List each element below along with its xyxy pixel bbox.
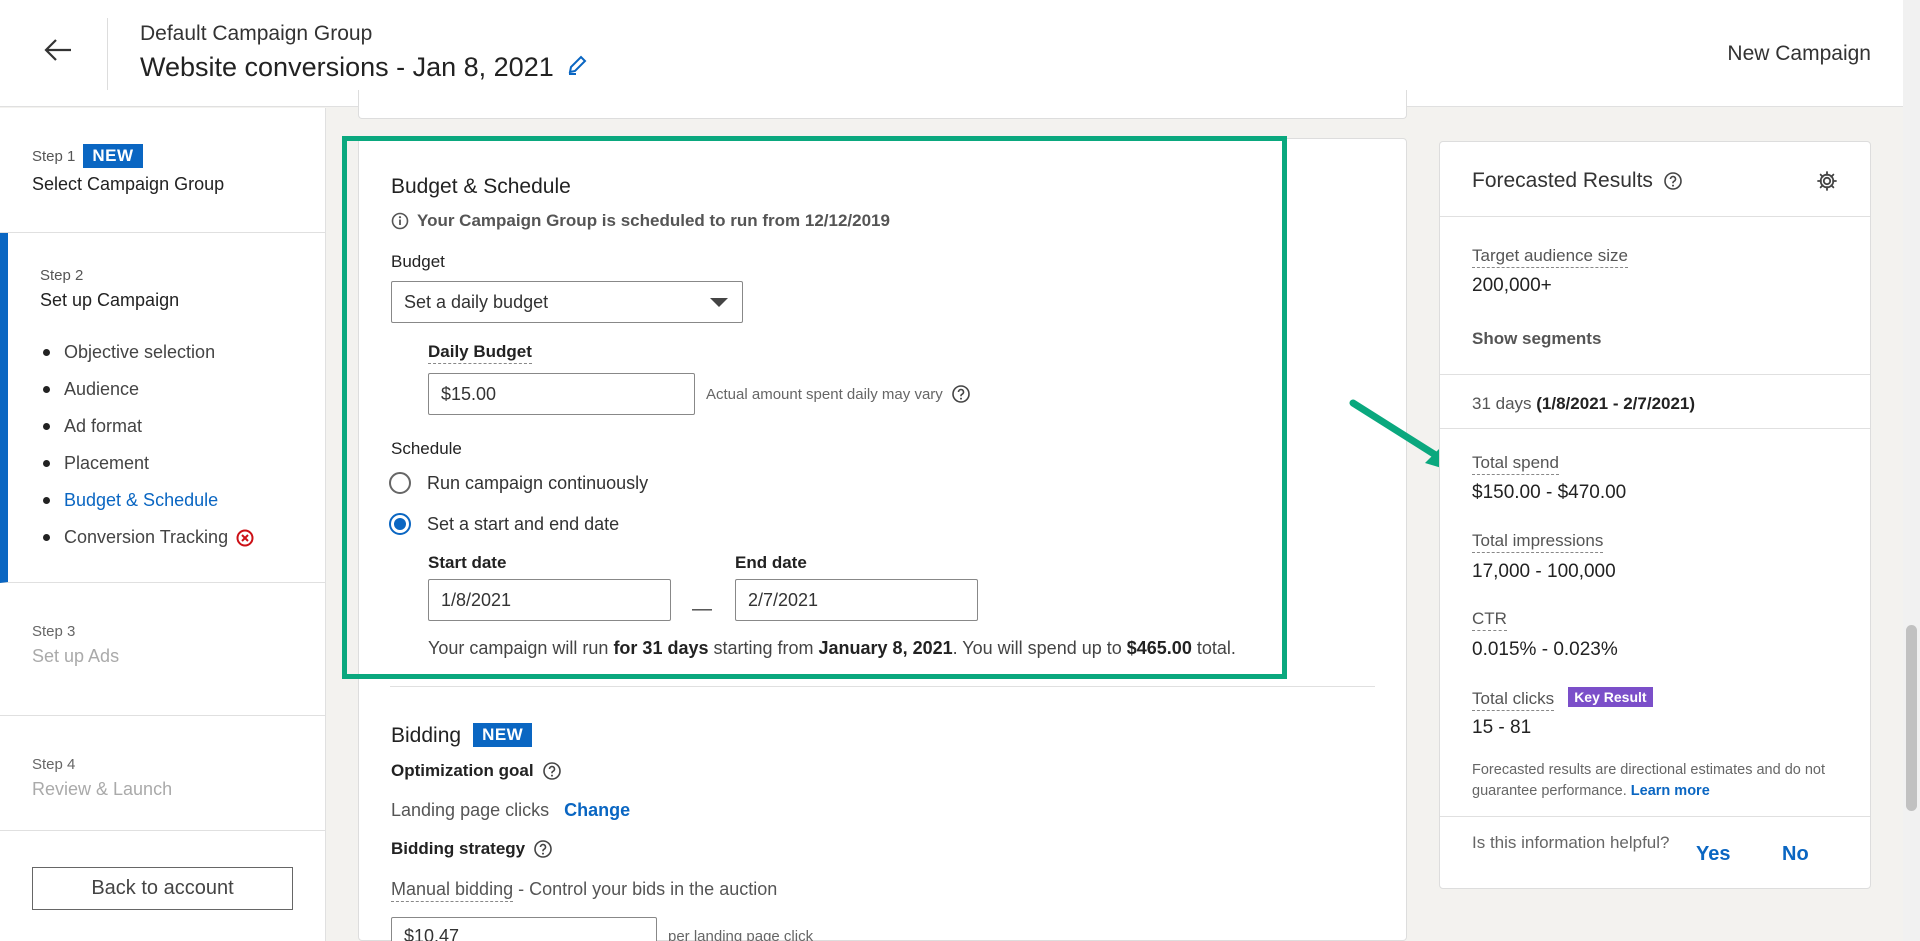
step-2-substeps: Objective selection Audience Ad format P… [43,334,254,556]
help-question-icon[interactable] [533,839,553,859]
total-clicks-value: 15 - 81 [1472,717,1532,738]
forecast-disclaimer: Forecasted results are directional estim… [1472,762,1826,799]
error-circle-icon [236,529,254,547]
step-3: Step 3 Set up Ads [0,583,326,716]
bidding-strategy-label: Bidding strategy [391,839,553,859]
new-badge: NEW [83,144,143,168]
forecast-divider [1440,428,1870,429]
step-4-number: Step 4 [32,756,76,773]
forecast-title: Forecasted Results [1472,169,1683,193]
change-goal-link[interactable]: Change [564,800,630,820]
optimization-goal-value: Landing page clicks Change [391,800,631,820]
forecasted-results-panel: Forecasted Results Target audience size … [1439,141,1871,889]
step-3-number: Step 3 [32,623,76,640]
campaign-group-name: Default Campaign Group [140,22,373,45]
step-1-title: Select Campaign Group [32,174,225,194]
step-4-title: Review & Launch [32,779,173,799]
new-badge: NEW [473,723,533,747]
total-clicks-label: Total clicks Key Result [1472,687,1653,711]
substep-objective[interactable]: Objective selection [43,334,254,371]
helpful-yes-button[interactable]: Yes [1696,843,1730,866]
step-4: Step 4 Review & Launch [0,716,326,831]
learn-more-link[interactable]: Learn more [1631,783,1710,799]
manual-bidding-link[interactable]: Manual bidding [391,879,514,902]
bullet-dot [43,349,50,356]
section-divider [390,686,1375,687]
back-to-account-button[interactable]: Back to account [32,867,293,910]
forecast-duration: 31 days (1/8/2021 - 2/7/2021) [1472,394,1696,413]
forecast-divider [1440,374,1870,375]
steps-sidebar: Step 1 NEW Select Campaign Group Step 2 S… [0,108,326,941]
total-impressions-value: 17,000 - 100,000 [1472,561,1616,582]
campaign-title-text: Website conversions - Jan 8, 2021 [140,52,554,82]
substep-budget-schedule[interactable]: Budget & Schedule [43,482,254,519]
substep-conversion-tracking[interactable]: Conversion Tracking [43,519,254,556]
bidding-title: Bidding NEW [391,723,533,748]
help-question-icon[interactable] [542,761,562,781]
total-spend-value: $150.00 - $470.00 [1472,482,1627,503]
substep-audience[interactable]: Audience [43,371,254,408]
bullet-dot [43,423,50,430]
arrow-left-icon [44,39,71,61]
gear-icon[interactable] [1816,170,1838,197]
step-3-title: Set up Ads [32,646,120,666]
scrollbar-thumb[interactable] [1906,625,1917,811]
bullet-dot [43,460,50,467]
previous-section-card [358,90,1407,119]
back-arrow-button[interactable] [40,32,76,68]
total-impressions-label: Total impressions [1472,531,1604,553]
bid-hint: per landing page click [668,928,814,941]
key-result-badge: Key Result [1568,687,1653,707]
step-2-number: Step 2 [40,267,84,284]
ctr-value: 0.015% - 0.023% [1472,639,1618,660]
help-question-icon[interactable] [1663,171,1683,191]
bullet-dot [43,386,50,393]
step-1-number: Step 1 NEW [32,144,224,168]
new-campaign-label: New Campaign [1727,42,1871,65]
edit-pencil-icon[interactable] [566,52,588,83]
bid-amount-input[interactable]: $10.47 [391,917,657,941]
forecast-divider [1440,816,1870,817]
substep-placement[interactable]: Placement [43,445,254,482]
substep-ad-format[interactable]: Ad format [43,408,254,445]
show-segments-link[interactable]: Show segments [1472,329,1601,349]
page-scrollbar[interactable] [1903,0,1920,941]
ctr-label: CTR [1472,609,1507,631]
budget-schedule-highlight-box [342,136,1287,679]
bidding-strategy-value: Manual bidding - Control your bids in th… [391,879,777,902]
audience-size-label: Target audience size [1472,246,1628,268]
bullet-dot [43,534,50,541]
audience-size-value: 200,000+ [1472,275,1552,296]
bullet-dot [43,497,50,504]
total-spend-label: Total spend [1472,453,1559,475]
optimization-goal-label: Optimization goal [391,761,562,781]
step-2[interactable]: Step 2 Set up Campaign Objective selecti… [0,233,326,583]
campaign-title: Website conversions - Jan 8, 2021 [140,52,588,83]
forecast-header: Forecasted Results [1440,142,1870,217]
helpful-no-button[interactable]: No [1782,843,1809,866]
step-1[interactable]: Step 1 NEW Select Campaign Group [0,108,326,233]
step-2-title: Set up Campaign [40,290,180,310]
header-divider [107,18,108,90]
helpful-question: Is this information helpful? [1472,833,1670,852]
